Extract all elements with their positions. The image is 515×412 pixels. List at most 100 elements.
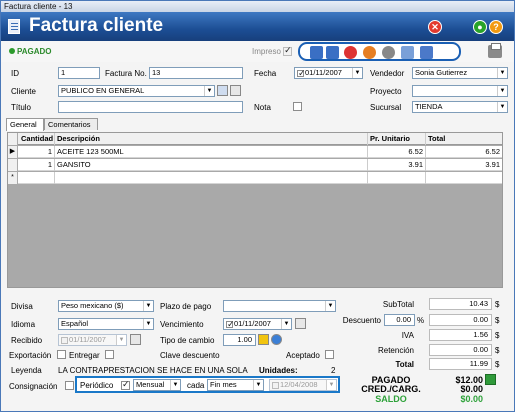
cell-descripcion[interactable]: [55, 172, 368, 184]
percent-symbol: %: [417, 316, 425, 325]
action-toolbar: [298, 42, 461, 61]
globe-icon[interactable]: [271, 334, 282, 345]
titulo-field[interactable]: [58, 101, 243, 113]
factura-field[interactable]: 13: [149, 67, 243, 79]
fecha-fin-checkbox[interactable]: [272, 381, 279, 389]
chevron-down-icon[interactable]: ▼: [143, 319, 153, 329]
calculate-icon[interactable]: [310, 46, 323, 59]
frecuencia-select[interactable]: Mensual ▼: [133, 379, 181, 391]
aceptado-checkbox[interactable]: [325, 350, 334, 359]
close-icon[interactable]: ✕: [428, 20, 442, 34]
plazo-select[interactable]: ▼: [223, 300, 336, 312]
fecha-checkbox[interactable]: [297, 68, 306, 78]
chevron-down-icon[interactable]: ▼: [204, 86, 214, 96]
fecha-fin-field[interactable]: 12/04/2008 ▼: [269, 379, 337, 391]
upload-icon[interactable]: [326, 46, 339, 59]
consignacion-checkbox[interactable]: [65, 381, 74, 390]
id-field[interactable]: 1: [58, 67, 100, 79]
cell-cantidad[interactable]: [19, 172, 55, 184]
chevron-down-icon[interactable]: ▼: [253, 380, 263, 390]
chevron-down-icon[interactable]: ▼: [497, 102, 507, 112]
calendar-icon[interactable]: [295, 318, 306, 329]
row-indicator: [8, 159, 18, 171]
recibido-checkbox[interactable]: [61, 336, 68, 344]
chevron-down-icon[interactable]: ▼: [497, 86, 507, 96]
periodico-checkbox[interactable]: [121, 379, 130, 390]
vencimiento-label: Vencimiento: [160, 320, 204, 329]
exportacion-checkbox[interactable]: [57, 350, 66, 359]
cell-cantidad[interactable]: 1: [19, 159, 55, 171]
binoculars-icon[interactable]: [217, 85, 228, 96]
currency-symbol: $: [495, 346, 500, 355]
tab-general[interactable]: General: [6, 118, 44, 131]
help-icon[interactable]: ?: [489, 20, 503, 34]
invoice-window: Factura cliente - 13 Factura cliente ✕ ●…: [0, 0, 515, 412]
calendar-icon[interactable]: [130, 334, 141, 345]
column-header-descripcion[interactable]: Descripción: [55, 133, 368, 145]
idioma-select[interactable]: Español ▼: [58, 318, 154, 330]
tools-icon[interactable]: [363, 46, 376, 59]
cell-total[interactable]: [426, 172, 502, 184]
proyecto-label: Proyecto: [370, 87, 402, 96]
new-row[interactable]: *: [8, 172, 502, 184]
currency-symbol: $: [495, 316, 500, 325]
grid-header: Cantidad Descripción Pr. Unitario Total: [8, 133, 502, 145]
cell-total[interactable]: 3.91: [426, 159, 502, 171]
paid-status: PAGADO: [9, 47, 52, 56]
new-row-icon: *: [8, 172, 18, 184]
leyenda-text[interactable]: LA CONTRAPRESTACION SE HACE EN UNA SOLA …: [58, 366, 248, 375]
cell-descripcion[interactable]: ACEITE 123 500ML: [55, 146, 368, 158]
help-query-icon[interactable]: [258, 334, 269, 345]
chevron-down-icon[interactable]: ▼: [326, 380, 336, 390]
cell-descripcion[interactable]: GANSITO: [55, 159, 368, 171]
chevron-down-icon[interactable]: ▼: [281, 319, 291, 329]
cell-precio[interactable]: 6.52: [368, 146, 426, 158]
items-grid: Cantidad Descripción Pr. Unitario Total …: [7, 132, 503, 288]
report-icon[interactable]: [420, 46, 433, 59]
chevron-down-icon[interactable]: ▼: [352, 68, 362, 78]
tab-comentarios[interactable]: Comentarios: [44, 118, 98, 130]
accept-icon[interactable]: ●: [473, 20, 487, 34]
chevron-down-icon[interactable]: ▼: [143, 301, 153, 311]
impreso-checkbox[interactable]: [283, 45, 293, 57]
cell-cantidad[interactable]: 1: [19, 146, 55, 158]
chevron-down-icon[interactable]: ▼: [325, 301, 335, 311]
payment-icon[interactable]: [485, 374, 496, 385]
card-icon[interactable]: [230, 85, 241, 96]
divisa-select[interactable]: Peso mexicano ($) ▼: [58, 300, 154, 312]
cell-precio[interactable]: [368, 172, 426, 184]
cada-select[interactable]: Fin mes ▼: [207, 379, 264, 391]
divisa-label: Divisa: [11, 302, 33, 311]
fecha-field[interactable]: 01/11/2007▼: [294, 67, 363, 79]
settings-icon[interactable]: [382, 46, 395, 59]
cliente-select[interactable]: PUBLICO EN GENERAL ▼: [58, 85, 215, 97]
cell-total[interactable]: 6.52: [426, 146, 502, 158]
search-icon[interactable]: [401, 46, 414, 59]
chevron-down-icon[interactable]: ▼: [497, 68, 507, 78]
table-row[interactable]: 1 GANSITO 3.91 3.91: [8, 159, 502, 171]
chevron-down-icon[interactable]: ▼: [170, 380, 180, 390]
proyecto-select[interactable]: ▼: [412, 85, 508, 97]
vencimiento-checkbox[interactable]: [226, 319, 235, 329]
impreso-label: Impreso: [252, 47, 281, 56]
column-header-total[interactable]: Total: [426, 133, 502, 145]
column-header-cantidad[interactable]: Cantidad: [19, 133, 55, 145]
table-row[interactable]: ▶ 1 ACEITE 123 500ML 6.52 6.52: [8, 146, 502, 158]
chevron-down-icon[interactable]: ▼: [116, 335, 126, 345]
saldo-value: $0.00: [460, 394, 483, 404]
send-icon[interactable]: [344, 46, 357, 59]
tipo-cambio-field[interactable]: 1.00: [223, 334, 256, 346]
factura-label: Factura No.: [105, 69, 147, 78]
consignacion-label: Consignación: [9, 382, 58, 391]
column-header-precio[interactable]: Pr. Unitario: [368, 133, 426, 145]
descuento-pct-field[interactable]: 0.00: [384, 314, 415, 326]
id-label: ID: [11, 69, 19, 78]
vendedor-select[interactable]: Sonia Gutierrez ▼: [412, 67, 508, 79]
recibido-field[interactable]: 01/11/2007 ▼: [58, 334, 127, 346]
nota-checkbox[interactable]: [293, 102, 302, 111]
print-icon[interactable]: [488, 43, 502, 58]
vencimiento-field[interactable]: 01/11/2007▼: [223, 318, 292, 330]
entregar-checkbox[interactable]: [105, 350, 114, 359]
cell-precio[interactable]: 3.91: [368, 159, 426, 171]
sucursal-select[interactable]: TIENDA ▼: [412, 101, 508, 113]
